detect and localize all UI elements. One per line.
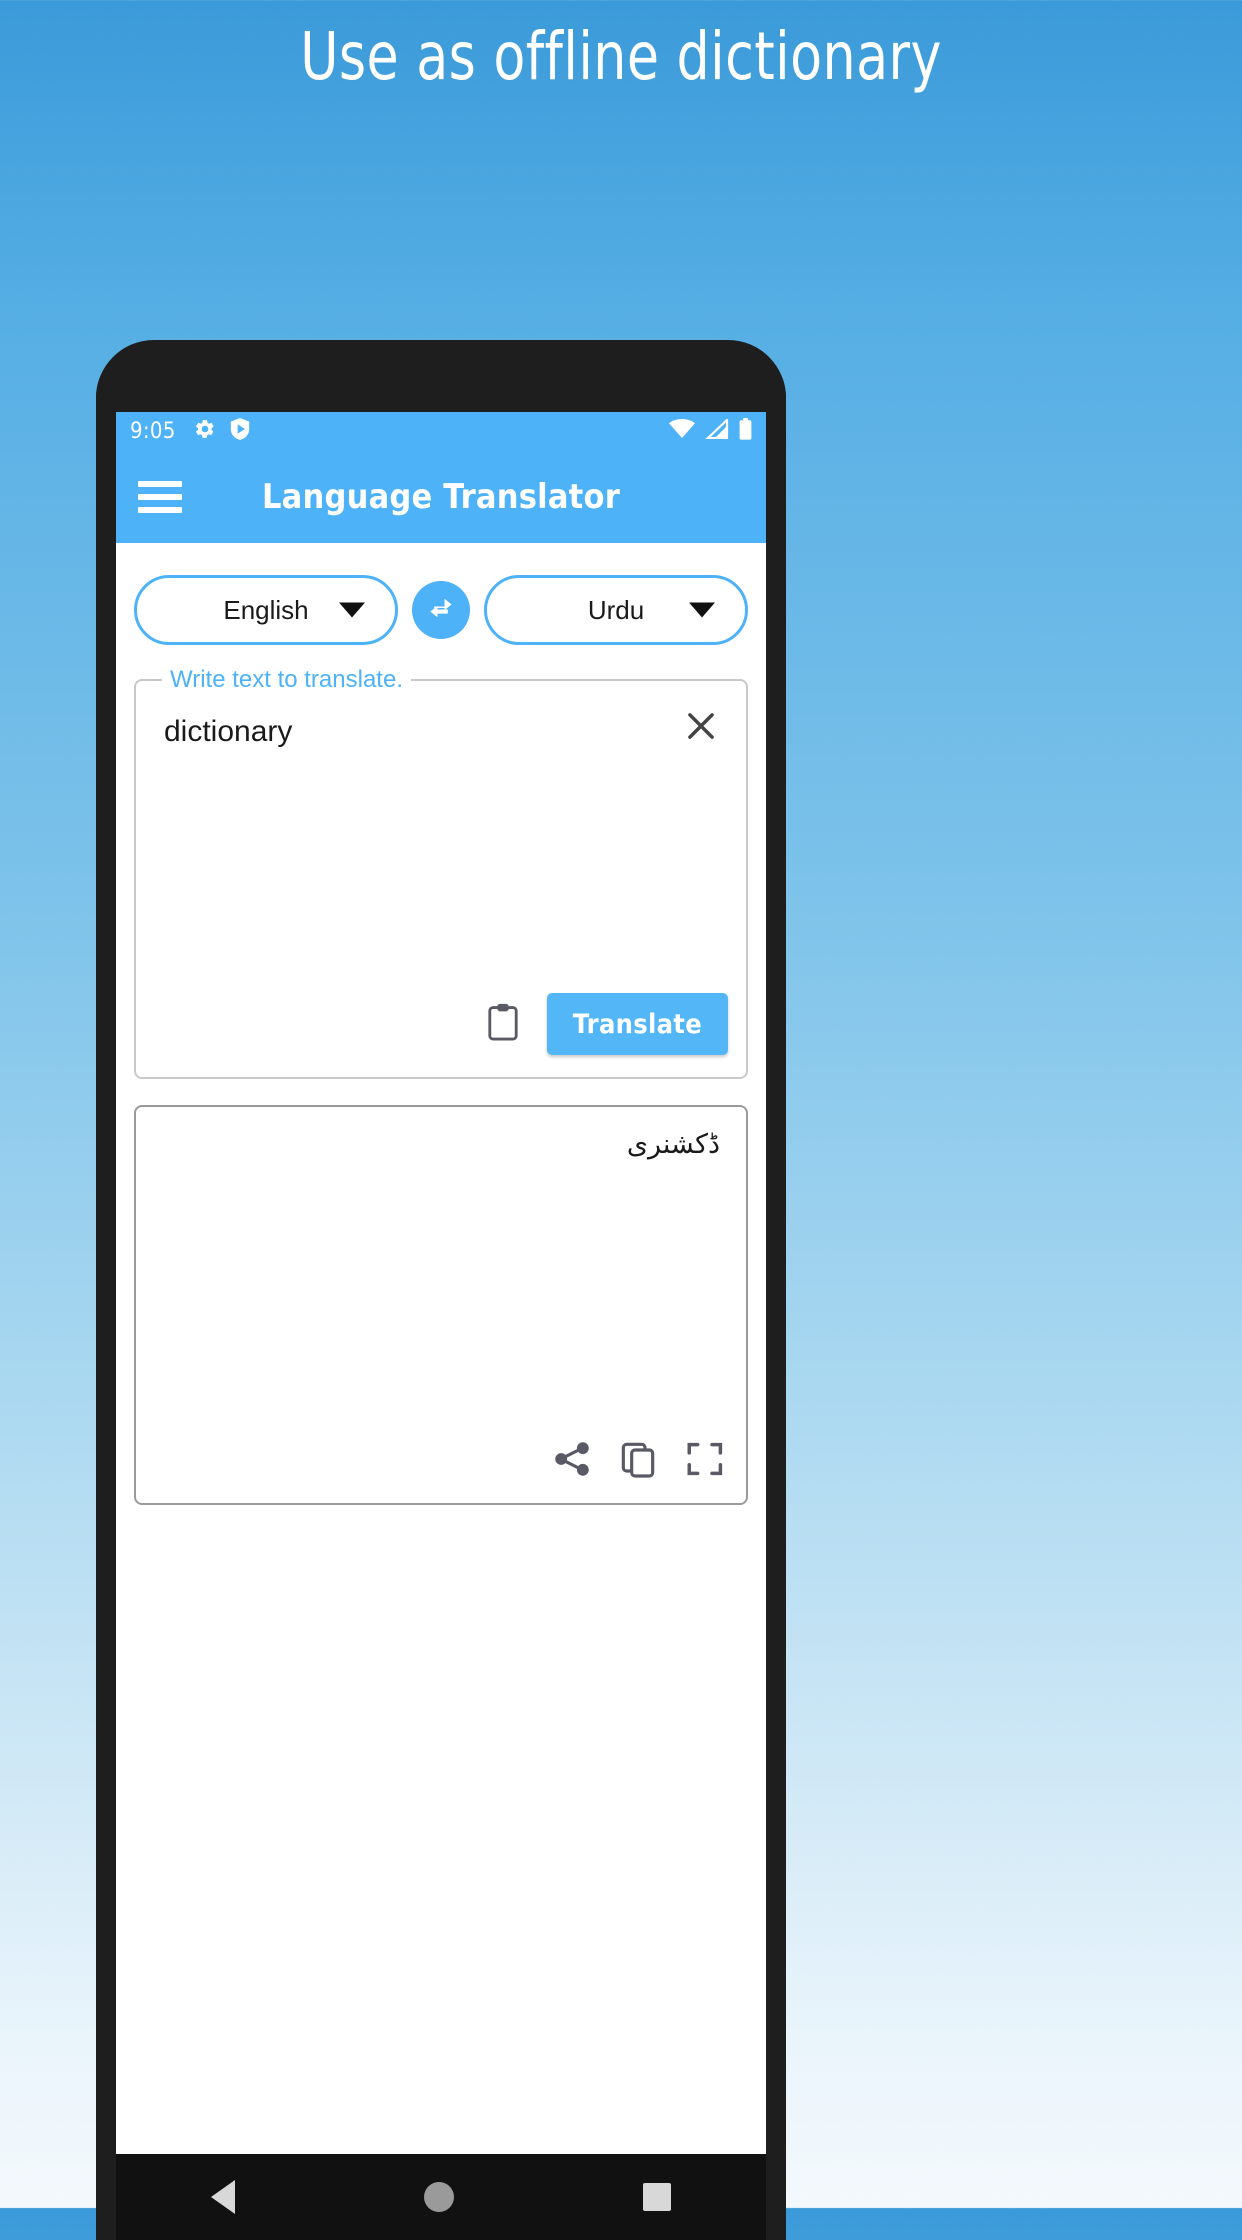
shield-play-icon: [230, 417, 250, 445]
translate-button[interactable]: Translate: [546, 993, 728, 1055]
phone-top-bezel: [96, 340, 786, 400]
source-language-dropdown[interactable]: English: [134, 575, 398, 645]
wifi-icon: [669, 418, 695, 444]
back-triangle-icon[interactable]: [210, 2180, 235, 2214]
share-icon[interactable]: [552, 1439, 592, 1484]
status-left-icons: [194, 417, 250, 445]
translation-output-card[interactable]: ڈکشنری: [134, 1105, 748, 1505]
translate-input-value[interactable]: dictionary: [164, 715, 292, 749]
signal-icon: [705, 416, 729, 444]
translated-text: ڈکشنری: [626, 1129, 720, 1160]
android-nav-bar: [116, 2154, 766, 2240]
close-icon[interactable]: [682, 707, 720, 750]
app-content: English Urdu Write text to translate. di…: [116, 575, 766, 1505]
fullscreen-icon[interactable]: [684, 1438, 726, 1485]
page-title: Language Translator: [261, 476, 620, 517]
status-bar: 9:05: [116, 412, 766, 450]
chevron-down-icon: [689, 602, 715, 618]
swap-horizontal-icon: [424, 591, 458, 630]
swap-languages-button[interactable]: [412, 581, 470, 639]
phone-screen: 9:05 Language Translator English Urdu Wr…: [116, 412, 766, 2154]
status-right-icons: [669, 416, 752, 445]
app-bar: Language Translator: [116, 450, 766, 543]
clipboard-icon[interactable]: [485, 1002, 521, 1047]
recents-square-icon[interactable]: [643, 2183, 672, 2211]
promo-headline: Use as offline dictionary: [300, 18, 942, 95]
gear-icon: [194, 418, 216, 445]
target-language-label: Urdu: [587, 594, 645, 625]
input-field-label: Write text to translate.: [162, 666, 411, 694]
phone-mockup: 9:05 Language Translator English Urdu Wr…: [96, 340, 786, 2240]
battery-icon: [739, 417, 752, 445]
language-selector-row: English Urdu: [134, 575, 748, 645]
source-language-label: English: [223, 594, 309, 625]
copy-icon[interactable]: [618, 1439, 658, 1484]
chevron-down-icon: [339, 602, 365, 618]
output-card-actions: [552, 1438, 726, 1485]
translate-input-card[interactable]: Write text to translate. dictionary Tran: [134, 666, 748, 1079]
hamburger-menu-icon[interactable]: [138, 480, 182, 513]
input-card-actions: Translate: [485, 993, 728, 1055]
status-time: 9:05: [130, 418, 176, 444]
target-language-dropdown[interactable]: Urdu: [484, 575, 748, 645]
